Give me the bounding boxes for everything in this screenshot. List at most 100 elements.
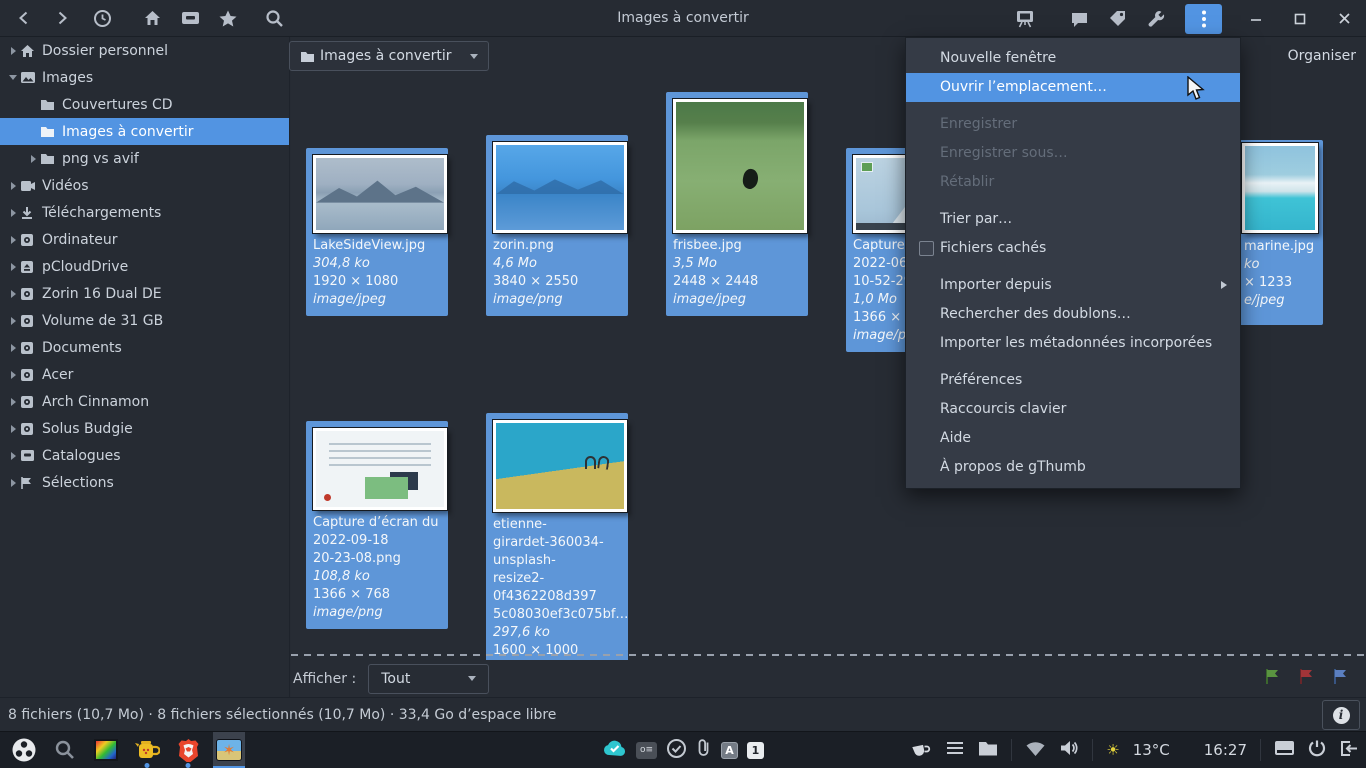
home-icon[interactable]: [140, 6, 164, 30]
menu-item-preferences[interactable]: Préférences: [906, 366, 1240, 395]
taskbar-indicators: ☀ 13°C 16:27: [910, 739, 1366, 761]
paperclip-icon[interactable]: [696, 738, 712, 762]
sidebar-item-couvertures-cd[interactable]: Couvertures CD: [0, 91, 289, 118]
maximize-button[interactable]: [1288, 7, 1312, 31]
slideshow-icon[interactable]: [1013, 7, 1037, 31]
logout-icon[interactable]: [1339, 740, 1358, 761]
sidebar-item-solus-budgie[interactable]: Solus Budgie: [0, 415, 289, 442]
drive-icon: [20, 232, 40, 248]
menu-item-importer-depuis[interactable]: Importer depuis: [906, 271, 1240, 300]
expander-icon[interactable]: [6, 371, 20, 379]
location-button[interactable]: Images à convertir: [289, 41, 489, 71]
file-tile-etienne-girardet[interactable]: etienne- girardet-360034- unsplash- resi…: [486, 413, 628, 660]
sidebar-item-catalogues[interactable]: Catalogues: [0, 442, 289, 469]
keyboard-layout-a-icon[interactable]: A: [721, 742, 738, 759]
submenu-arrow-icon: [1221, 281, 1227, 289]
wifi-icon[interactable]: [1025, 740, 1046, 761]
organize-button[interactable]: Organiser: [1288, 48, 1356, 64]
sidebar-item-pclouddrive[interactable]: pCloudDrive: [0, 253, 289, 280]
file-type: image/png: [493, 291, 621, 309]
brave-browser-icon[interactable]: [172, 732, 204, 768]
thumbnail-image: [313, 428, 447, 510]
info-button[interactable]: i: [1322, 700, 1360, 730]
sidebar-item-arch-cinnamon[interactable]: Arch Cinnamon: [0, 388, 289, 415]
expander-icon[interactable]: [6, 236, 20, 244]
gthumb-taskbar-icon[interactable]: ✶: [213, 732, 245, 768]
clock[interactable]: 16:27: [1204, 741, 1247, 759]
sidebar-item-images[interactable]: Images: [0, 64, 289, 91]
menu-item-rechercher-doublons[interactable]: Rechercher des doublons…: [906, 300, 1240, 329]
expander-icon[interactable]: [6, 317, 20, 325]
menu-item-trier-par[interactable]: Trier par…: [906, 205, 1240, 234]
caffeine-cup-icon[interactable]: [910, 740, 932, 761]
minimize-button[interactable]: [1244, 7, 1268, 31]
color-app-icon[interactable]: [90, 732, 122, 768]
menu-item-importer-metadonnees[interactable]: Importer les métadonnées incorporées: [906, 329, 1240, 358]
sidebar-item-images-a-convertir[interactable]: Images à convertir: [0, 118, 289, 145]
sidebar-item-volume-31gb[interactable]: Volume de 31 GB: [0, 307, 289, 334]
expander-icon[interactable]: [6, 398, 20, 406]
sidebar-item-documents[interactable]: Documents: [0, 334, 289, 361]
menu-item-aide[interactable]: Aide: [906, 424, 1240, 453]
tools-icon[interactable]: [1143, 7, 1167, 31]
sidebar-item-png-vs-avif[interactable]: png vs avif: [0, 145, 289, 172]
expander-icon[interactable]: [6, 263, 20, 271]
sidebar-item-telechargements[interactable]: Téléchargements: [0, 199, 289, 226]
back-icon[interactable]: [12, 6, 36, 30]
volume-icon[interactable]: [1059, 739, 1079, 761]
expander-icon[interactable]: [6, 290, 20, 298]
file-tile-capture-septembre[interactable]: Capture d’écran du 2022-09-18 20-23-08.p…: [306, 421, 448, 629]
expander-icon[interactable]: [6, 479, 20, 487]
keyboard-layout-1-icon[interactable]: 1: [747, 742, 764, 759]
menu-item-nouvelle-fenetre[interactable]: Nouvelle fenêtre: [906, 44, 1240, 73]
expander-icon[interactable]: [26, 155, 40, 163]
favorites-icon[interactable]: [216, 6, 240, 30]
expander-icon[interactable]: [6, 182, 20, 190]
filter-dropdown[interactable]: Tout: [368, 664, 489, 694]
expander-icon[interactable]: [6, 209, 20, 217]
chevron-down-icon: [468, 676, 476, 681]
comment-icon[interactable]: [1067, 7, 1091, 31]
main-menu-button[interactable]: [1185, 4, 1222, 34]
power-icon[interactable]: [1308, 739, 1326, 761]
filter-label: Afficher :: [293, 671, 356, 687]
sidebar-item-acer[interactable]: Acer: [0, 361, 289, 388]
search-launcher-icon[interactable]: [49, 732, 81, 768]
sidebar-item-dossier-personnel[interactable]: Dossier personnel: [0, 37, 289, 64]
drive-icon: [20, 367, 40, 383]
teapot-app-icon[interactable]: [131, 732, 163, 768]
close-button[interactable]: [1332, 7, 1356, 31]
file-tile-lakesideview[interactable]: LakeSideView.jpg 304,8 ko 1920 × 1080 im…: [306, 148, 448, 316]
files-folder-icon[interactable]: [978, 740, 998, 760]
panel-settings-icon[interactable]: [1274, 740, 1295, 760]
titlebar: Images à convertir: [0, 0, 1366, 37]
tray-app-icon[interactable]: o≡: [636, 742, 657, 759]
expander-icon[interactable]: [6, 452, 20, 460]
search-icon[interactable]: [262, 6, 286, 30]
green-flag-icon[interactable]: [1264, 667, 1282, 690]
expander-icon[interactable]: [6, 47, 20, 55]
sidebar-item-selections[interactable]: Sélections: [0, 469, 289, 496]
red-flag-icon[interactable]: [1298, 667, 1316, 690]
catalogs-icon[interactable]: [178, 6, 202, 30]
app-menu-button[interactable]: [8, 732, 40, 768]
checkbox-icon[interactable]: [919, 241, 934, 256]
menu-item-a-propos[interactable]: À propos de gThumb: [906, 453, 1240, 482]
file-tile-frisbee[interactable]: frisbee.jpg 3,5 Mo 2448 × 2448 image/jpe…: [666, 92, 808, 316]
menu-item-raccourcis-clavier[interactable]: Raccourcis clavier: [906, 395, 1240, 424]
hamburger-menu-icon[interactable]: [945, 740, 965, 760]
sidebar-item-ordinateur[interactable]: Ordinateur: [0, 226, 289, 253]
forward-icon[interactable]: [50, 6, 74, 30]
file-tile-zorin[interactable]: zorin.png 4,6 Mo 3840 × 2550 image/png: [486, 135, 628, 316]
check-circle-icon[interactable]: [666, 738, 687, 763]
expander-icon[interactable]: [6, 75, 20, 80]
history-icon[interactable]: [90, 6, 114, 30]
sidebar-item-videos[interactable]: Vidéos: [0, 172, 289, 199]
pcloud-sync-icon[interactable]: [602, 739, 627, 761]
sidebar-item-zorin-16-dual-de[interactable]: Zorin 16 Dual DE: [0, 280, 289, 307]
expander-icon[interactable]: [6, 344, 20, 352]
menu-item-fichiers-caches[interactable]: Fichiers cachés: [906, 234, 1240, 263]
blue-flag-icon[interactable]: [1332, 667, 1350, 690]
tag-icon[interactable]: [1105, 7, 1129, 31]
expander-icon[interactable]: [6, 425, 20, 433]
